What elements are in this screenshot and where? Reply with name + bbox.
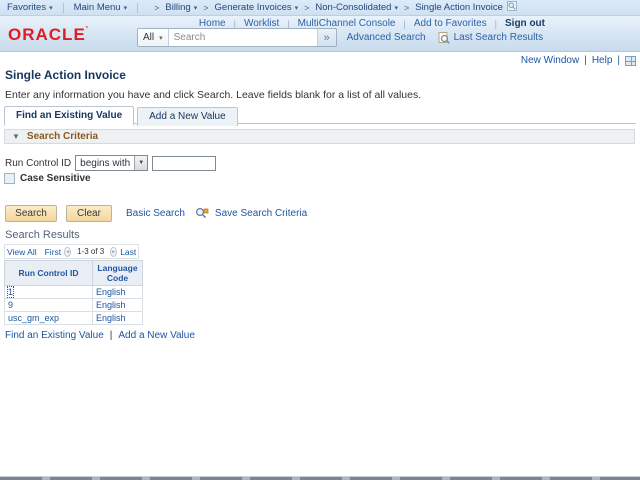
breadcrumb-separator: >	[403, 2, 410, 13]
page-instruction: Enter any information you have and click…	[5, 89, 422, 101]
chevron-down-icon: ▾	[123, 4, 128, 12]
save-search-icon[interactable]	[195, 207, 209, 220]
result-link-run-control[interactable]: 1	[6, 286, 15, 298]
divider: |	[584, 55, 587, 66]
application-window: Favorites ▾ Main Menu ▾ > Billing ▾ > Ge…	[0, 0, 640, 480]
chevron-down-icon: ▾	[394, 4, 398, 12]
divider: |	[109, 330, 113, 341]
tab-bar: Find an Existing Value Add a New Value	[4, 106, 238, 126]
new-window-link[interactable]: New Window	[521, 55, 579, 66]
result-link-language[interactable]: English	[96, 287, 126, 297]
breadcrumb-label: Favorites	[7, 2, 47, 13]
help-link[interactable]: Help	[592, 55, 613, 66]
table-row: 9 English	[4, 298, 143, 312]
breadcrumb-page-icon[interactable]	[506, 1, 517, 14]
search-results-heading: Search Results	[5, 229, 80, 241]
search-scope-value: All	[143, 32, 155, 43]
breadcrumb-favorites[interactable]: Favorites ▾	[7, 2, 53, 13]
breadcrumb-separator: >	[154, 2, 160, 13]
global-search: All ▾ » Advanced Search Last Search Resu…	[137, 28, 543, 47]
save-search-criteria-link[interactable]: Save Search Criteria	[215, 208, 307, 219]
case-sensitive-row: Case Sensitive	[4, 173, 91, 184]
oracle-logo: ORACLE’	[8, 25, 90, 44]
chevron-down-icon: ▾	[49, 4, 53, 12]
breadcrumb-label: Generate Invoices	[214, 2, 292, 13]
table-header-row: Run Control ID Language Code	[4, 260, 143, 286]
result-range: 1-3 of 3	[77, 247, 105, 256]
breadcrumb-separator: >	[304, 2, 310, 13]
page-utility-links: New Window | Help |	[521, 55, 636, 66]
run-control-row: Run Control ID begins with ▼	[5, 155, 217, 171]
view-all-link[interactable]: View All	[7, 247, 37, 257]
footer-links: Find an Existing Value | Add a New Value	[5, 330, 195, 341]
last-search-results-link[interactable]: Last Search Results	[454, 32, 544, 43]
clear-button[interactable]: Clear	[66, 205, 112, 222]
search-go-button[interactable]: »	[316, 29, 336, 46]
operator-value: begins with	[80, 157, 131, 169]
last-link[interactable]: Last	[120, 247, 136, 257]
chevron-down-icon: ▾	[193, 4, 198, 12]
breadcrumb-non-consolidated[interactable]: Non-Consolidated ▾	[315, 2, 398, 13]
divider: |	[233, 18, 236, 29]
case-sensitive-label: Case Sensitive	[20, 173, 91, 184]
footer-add-new-link[interactable]: Add a New Value	[118, 330, 195, 341]
breadcrumb-label: Main Menu	[73, 2, 121, 13]
result-link-language[interactable]: English	[96, 300, 126, 310]
last-search-results-icon	[438, 31, 450, 44]
result-link-run-control[interactable]: usc_gm_exp	[8, 313, 59, 323]
basic-search-link[interactable]: Basic Search	[126, 208, 185, 219]
table-row: 1 English	[4, 285, 143, 299]
footer-find-existing-link[interactable]: Find an Existing Value	[5, 330, 104, 341]
results-pagination: View All First ◄ 1-3 of 3 ► Last	[4, 244, 139, 259]
breadcrumb-generate-invoices[interactable]: Generate Invoices ▾	[215, 2, 299, 13]
search-box: All ▾ »	[137, 28, 337, 47]
first-link[interactable]: First	[45, 247, 62, 257]
chevron-down-icon: ▾	[294, 4, 299, 12]
result-link-language[interactable]: English	[96, 313, 126, 323]
breadcrumb: Favorites ▾ Main Menu ▾ > Billing ▾ > Ge…	[0, 0, 640, 16]
search-criteria-header[interactable]: ▼ Search Criteria	[4, 129, 635, 144]
search-button[interactable]: Search	[5, 205, 57, 222]
run-control-label: Run Control ID	[5, 157, 72, 169]
breadcrumb-divider	[137, 2, 139, 13]
action-buttons: Search Clear Basic Search Save Search Cr…	[5, 205, 307, 222]
divider: |	[287, 18, 290, 29]
case-sensitive-checkbox[interactable]	[4, 173, 15, 184]
breadcrumb-current-page: Single Action Invoice	[415, 2, 503, 13]
search-criteria-label: Search Criteria	[26, 131, 99, 142]
breadcrumb-main-menu[interactable]: Main Menu ▾	[74, 2, 128, 13]
window-grid-icon[interactable]	[625, 55, 636, 66]
column-header-run-control-id[interactable]: Run Control ID	[4, 260, 93, 286]
next-page-icon[interactable]: ►	[110, 246, 118, 257]
table-row: usc_gm_exp English	[4, 311, 143, 325]
tab-find-existing-value[interactable]: Find an Existing Value	[4, 106, 135, 126]
results-table: Run Control ID Language Code 1 English 9…	[4, 260, 143, 325]
search-scope-dropdown[interactable]: All ▾	[138, 29, 169, 46]
breadcrumb-label: Single Action Invoice	[415, 2, 503, 13]
column-header-language-code[interactable]: Language Code	[92, 260, 143, 286]
breadcrumb-billing[interactable]: Billing ▾	[165, 2, 197, 13]
breadcrumb-separator: >	[203, 2, 209, 13]
taskbar-edge	[0, 476, 640, 480]
select-arrow-icon: ▼	[134, 156, 148, 170]
divider: |	[494, 18, 497, 29]
run-control-input[interactable]	[152, 155, 217, 171]
breadcrumb-divider	[62, 2, 64, 13]
collapse-triangle-icon: ▼	[12, 132, 20, 141]
operator-select[interactable]: begins with ▼	[75, 155, 149, 171]
chevron-down-icon: ▾	[159, 34, 163, 42]
breadcrumb-label: Non-Consolidated	[315, 2, 392, 13]
last-search-results[interactable]: Last Search Results	[438, 31, 544, 44]
previous-page-icon[interactable]: ◄	[64, 246, 72, 257]
tab-add-new-value[interactable]: Add a New Value	[137, 107, 238, 126]
result-link-run-control[interactable]: 9	[8, 300, 13, 310]
divider: |	[403, 18, 406, 29]
divider: |	[617, 55, 620, 66]
search-input[interactable]	[168, 29, 317, 46]
header-bar: Home | Worklist | MultiChannel Console |…	[0, 16, 640, 52]
advanced-search-link[interactable]: Advanced Search	[347, 32, 426, 43]
breadcrumb-label: Billing	[165, 2, 191, 13]
page-title: Single Action Invoice	[5, 68, 126, 82]
